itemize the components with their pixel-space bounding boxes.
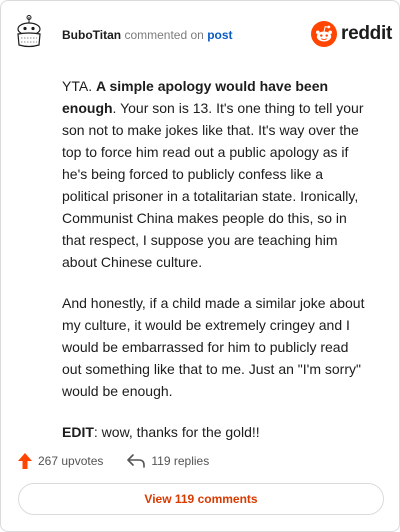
- username-link[interactable]: BuboTitan: [62, 28, 121, 42]
- comment-bold-text: EDIT: [62, 424, 94, 440]
- comment-text: Communist China makes people do this, so…: [62, 210, 347, 226]
- comment-text: my culture, it would be extremely cringe…: [62, 317, 350, 333]
- comment-meta: BuboTitan commented on post: [62, 28, 233, 42]
- comment-text: he's being forced to publicly confess li…: [62, 166, 324, 182]
- avatar-icon[interactable]: [15, 15, 43, 49]
- comment-bold-text: A simple apology would have been: [95, 78, 329, 94]
- comment-text: YTA.: [62, 78, 96, 94]
- replies-count: 119 replies: [151, 454, 210, 468]
- comment-text: son not to make jokes like that. It's wa…: [62, 122, 359, 138]
- upvote-button[interactable]: 267 upvotes: [18, 453, 103, 469]
- reddit-logo[interactable]: reddit: [311, 21, 392, 47]
- upvote-arrow-icon: [18, 453, 32, 469]
- reddit-alien-icon: [311, 21, 337, 47]
- comment-paragraph-2: And honestly, if a child made a similar …: [62, 292, 372, 402]
- post-link[interactable]: post: [207, 28, 232, 42]
- comment-paragraph-1: YTA. A simple apology would have been eno…: [62, 75, 372, 273]
- comment-text: about Chinese culture.: [62, 254, 203, 270]
- comment-text: And honestly, if a child made a similar …: [62, 295, 365, 311]
- comment-text: : wow, thanks for the gold!!: [93, 424, 260, 440]
- view-comments-button[interactable]: View 119 comments: [18, 483, 384, 515]
- action-text: commented on: [124, 28, 204, 42]
- comment-bold-text: enough: [62, 100, 113, 116]
- reddit-wordmark: reddit: [341, 23, 392, 44]
- comment-text: would be embarrassed for him to publicly…: [62, 339, 349, 355]
- comment-text: would be enough.: [62, 383, 173, 399]
- replies-button[interactable]: 119 replies: [127, 454, 209, 468]
- comment-paragraph-3: EDIT: wow, thanks for the gold!!: [62, 421, 372, 443]
- comment-text: . Your son is 13. It's one thing to tell…: [112, 100, 364, 116]
- upvote-count: 267 upvotes: [38, 454, 104, 468]
- comment-body: YTA. A simple apology would have been eno…: [62, 75, 372, 455]
- comment-text: that respect, I suppose you are teaching…: [62, 232, 338, 248]
- comment-text: top to force him read out a public apolo…: [62, 144, 349, 160]
- comment-text: out something like that to me. Just an "…: [62, 361, 361, 377]
- comment-text: political prisoner in a totalitarian sta…: [62, 188, 359, 204]
- reply-arrow-icon: [127, 454, 146, 468]
- comment-header: BuboTitan commented on post reddit: [1, 1, 399, 65]
- comment-actions: 267 upvotes 119 replies: [18, 451, 209, 471]
- comment-card: BuboTitan commented on post reddit YTA. …: [0, 0, 400, 532]
